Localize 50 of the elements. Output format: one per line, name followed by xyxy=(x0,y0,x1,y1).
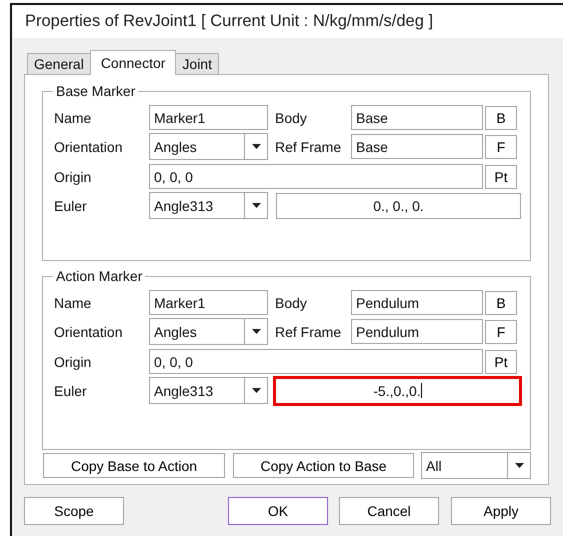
dropdown-arrow-icon xyxy=(252,388,260,393)
tab[interactable]: Joint xyxy=(175,53,219,74)
tab[interactable]: Connector xyxy=(90,50,176,75)
origin-field[interactable]: 0, 0, 0 xyxy=(149,164,483,189)
body-field[interactable]: Pendulum xyxy=(351,290,483,315)
body-button[interactable]: B xyxy=(485,290,517,314)
euler-dropdown[interactable]: Angle313 xyxy=(149,377,268,404)
group-title: Action Marker xyxy=(53,268,146,284)
dropdown-arrow-icon xyxy=(514,463,524,468)
ref-frame-button[interactable]: F xyxy=(485,320,517,344)
origin-field[interactable]: 0, 0, 0 xyxy=(149,349,483,374)
euler-angles-field[interactable]: -5.,0.,0. xyxy=(273,376,522,406)
body-field[interactable]: Base xyxy=(351,105,483,130)
copy-button[interactable]: Copy Action to Base xyxy=(233,453,414,478)
window-title: Properties of RevJoint1 [ Current Unit : N/kg/mm/s/deg ] xyxy=(25,12,434,31)
copy-scope-dropdown[interactable]: All xyxy=(421,452,531,479)
orientation-dropdown[interactable]: Angles xyxy=(149,318,268,345)
field-label: Orientation xyxy=(54,324,124,340)
orientation-dropdown[interactable]: Angles xyxy=(149,133,268,160)
dialog-button[interactable]: Apply xyxy=(451,497,551,525)
copy-button[interactable]: Copy Base to Action xyxy=(43,453,225,478)
euler-angles-field[interactable]: 0., 0., 0. xyxy=(276,192,521,218)
dialog-button[interactable]: OK xyxy=(228,497,328,525)
ref-frame-field[interactable]: Pendulum xyxy=(351,319,483,344)
dropdown-arrow-icon xyxy=(252,203,260,208)
name-field[interactable]: Marker1 xyxy=(149,105,268,130)
field-label: Body xyxy=(274,110,308,126)
dropdown-arrow-icon xyxy=(252,144,260,149)
field-label: Ref Frame xyxy=(274,138,342,154)
point-button[interactable]: Pt xyxy=(485,164,517,188)
field-label: Name xyxy=(54,294,92,310)
dropdown-arrow-icon xyxy=(252,329,260,334)
field-label: Body xyxy=(274,294,308,310)
point-button[interactable]: Pt xyxy=(485,350,517,374)
field-label: Orientation xyxy=(54,138,124,154)
body-button[interactable]: B xyxy=(485,106,517,130)
euler-dropdown[interactable]: Angle313 xyxy=(149,192,268,219)
field-label: Name xyxy=(54,110,92,126)
field-label: Ref Frame xyxy=(274,324,342,340)
ref-frame-field[interactable]: Base xyxy=(351,134,483,159)
tab[interactable]: General xyxy=(27,53,91,74)
dialog-button[interactable]: Cancel xyxy=(339,497,439,525)
ref-frame-button[interactable]: F xyxy=(485,134,517,158)
field-label: Origin xyxy=(54,168,92,184)
field-label: Origin xyxy=(54,354,92,370)
group-title: Base Marker xyxy=(53,83,138,99)
field-label: Euler xyxy=(54,382,88,398)
name-field[interactable]: Marker1 xyxy=(149,290,268,315)
field-label: Euler xyxy=(54,198,88,214)
dialog-button[interactable]: Scope xyxy=(24,497,124,525)
